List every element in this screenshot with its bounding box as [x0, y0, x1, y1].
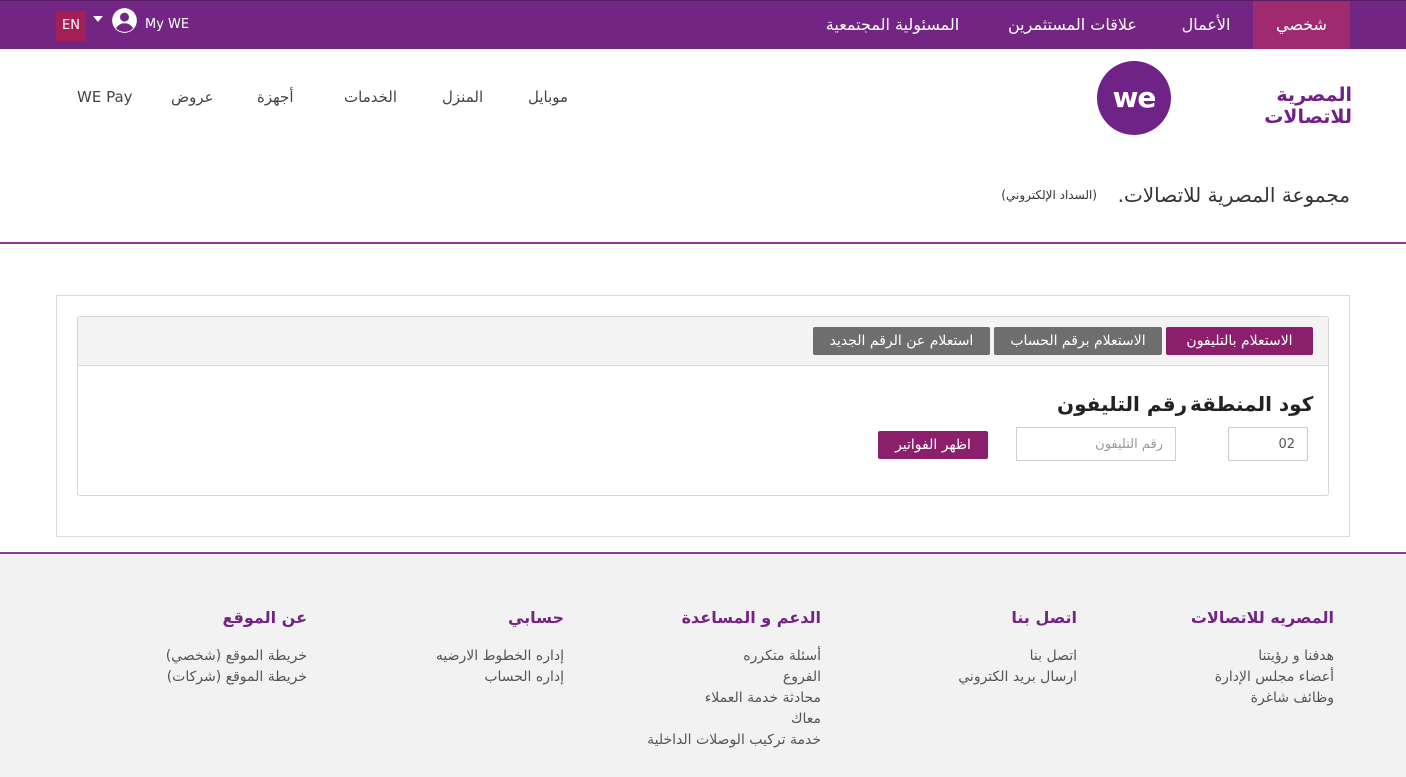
tab-business[interactable]: الأعمال	[1170, 1, 1242, 49]
tab-social-responsibility[interactable]: المسئولية المجتمعية	[805, 1, 980, 49]
footer-link[interactable]: معاك	[621, 709, 821, 730]
language-toggle[interactable]: EN	[56, 11, 86, 41]
area-code-label: كود المنطقة	[1190, 392, 1314, 416]
nav-services[interactable]: الخدمات	[344, 88, 397, 106]
tab-inquiry-by-account[interactable]: الاستعلام برقم الحساب	[994, 327, 1162, 355]
page-title: مجموعة المصرية للاتصالات.	[1117, 183, 1350, 207]
footer-col-title: الدعم و المساعدة	[681, 608, 821, 627]
footer-link[interactable]: خريطة الموقع (شركات)	[127, 667, 307, 688]
footer-col-title: حسابي	[507, 608, 564, 627]
footer-col-about: عن الموقع خريطة الموقع (شخصي) خريطة المو…	[127, 608, 307, 688]
footer-link[interactable]: أعضاء مجلس الإدارة	[1134, 667, 1334, 688]
user-icon[interactable]	[111, 7, 138, 34]
footer-link[interactable]: خريطة الموقع (شخصي)	[127, 646, 307, 667]
tab-investor-relations[interactable]: علاقات المستثمرين	[995, 1, 1150, 49]
nav-we-pay[interactable]: WE Pay	[77, 88, 133, 106]
tab-inquiry-new-number[interactable]: استعلام عن الرقم الجديد	[813, 327, 990, 355]
brand-logo-text[interactable]: المصرية للاتصالات	[1202, 84, 1353, 128]
chevron-down-icon[interactable]	[93, 16, 103, 22]
my-we-link[interactable]: My WE	[145, 17, 189, 32]
footer-link[interactable]: أسئلة متكرره	[621, 646, 821, 667]
nav-home[interactable]: المنزل	[442, 88, 483, 106]
show-bills-button[interactable]: اظهر الفواتير	[878, 431, 988, 459]
area-code-input[interactable]	[1228, 427, 1308, 461]
footer-col-title: اتصل بنا	[1011, 608, 1077, 627]
footer-col-support: الدعم و المساعدة أسئلة متكرره الفروع محا…	[621, 608, 821, 751]
phone-number-input[interactable]	[1016, 427, 1176, 461]
top-bar: EN My WE شخصي الأعمال علاقات المستثمرين …	[0, 0, 1406, 49]
we-logo[interactable]: we	[1097, 61, 1171, 135]
footer-link[interactable]: هدفنا و رؤيتنا	[1134, 646, 1334, 667]
footer-link[interactable]: إداره الحساب	[394, 667, 564, 688]
nav-offers[interactable]: عروض	[171, 88, 214, 106]
footer-link[interactable]: خدمة تركيب الوصلات الداخلية	[621, 730, 821, 751]
footer-col-account: حسابي إداره الخطوط الارضيه إداره الحساب	[394, 608, 564, 688]
footer-col-title: المصريه للاتصالات	[1190, 608, 1334, 627]
footer-col-title: عن الموقع	[222, 608, 307, 627]
divider	[0, 242, 1406, 244]
tab-personal[interactable]: شخصي	[1253, 1, 1350, 49]
footer-col-company: المصريه للاتصالات هدفنا و رؤيتنا أعضاء م…	[1134, 608, 1334, 709]
footer-col-contact: اتصل بنا اتصل بنا ارسال بريد الكتروني	[907, 608, 1077, 688]
nav-devices[interactable]: أجهزة	[257, 88, 294, 106]
footer-link[interactable]: محادثة خدمة العملاء	[621, 688, 821, 709]
phone-number-label: رقم التليفون	[1057, 392, 1188, 416]
footer-link[interactable]: وظائف شاغرة	[1134, 688, 1334, 709]
we-logo-mark: we	[1112, 81, 1157, 114]
footer-link[interactable]: ارسال بريد الكتروني	[907, 667, 1077, 688]
footer-link[interactable]: اتصل بنا	[907, 646, 1077, 667]
nav-mobile[interactable]: موبايل	[528, 88, 568, 106]
footer-link[interactable]: إداره الخطوط الارضيه	[394, 646, 564, 667]
tab-inquiry-by-phone[interactable]: الاستعلام بالتليفون	[1166, 327, 1313, 355]
footer-link[interactable]: الفروع	[621, 667, 821, 688]
page-subtitle: (السداد الإلكتروني)	[1001, 188, 1097, 202]
